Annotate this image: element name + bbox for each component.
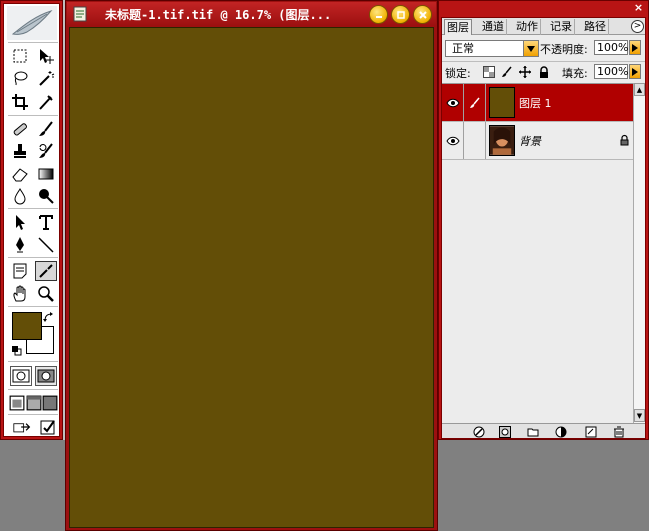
fill-input[interactable]: 100% <box>594 64 628 79</box>
mask-icon[interactable] <box>498 425 512 438</box>
line-icon[interactable] <box>35 235 57 255</box>
tab-history[interactable]: 记录 <box>548 19 575 35</box>
notes-icon[interactable] <box>9 261 31 281</box>
new-group-icon[interactable] <box>526 425 540 438</box>
tab-layers[interactable]: 图层 <box>444 19 472 35</box>
toolbox-divider <box>8 42 58 43</box>
healing-brush-icon[interactable] <box>9 119 31 139</box>
gradient-icon[interactable] <box>35 164 57 184</box>
standard-mode-button[interactable] <box>10 366 32 386</box>
scroll-up-button[interactable]: ▲ <box>634 83 645 96</box>
palette-footer <box>442 423 645 438</box>
toolbox-divider <box>8 208 58 209</box>
history-brush-icon[interactable] <box>35 141 57 161</box>
move-icon[interactable] <box>35 46 57 66</box>
blur-icon[interactable] <box>9 186 31 206</box>
new-layer-icon[interactable] <box>584 425 598 438</box>
lock-position-icon[interactable] <box>518 65 531 78</box>
opacity-slider-button[interactable] <box>629 40 641 55</box>
document-icon <box>72 6 88 22</box>
default-colors-icon[interactable] <box>12 345 22 356</box>
palette-close-button[interactable]: × <box>632 2 645 15</box>
swap-colors-icon[interactable] <box>43 312 55 324</box>
scroll-down-button[interactable]: ▼ <box>634 409 645 422</box>
layer-name[interactable]: 背景 <box>519 133 541 149</box>
layer-thumbnail <box>489 87 515 118</box>
layer-list: 图层 1 背景 <box>442 83 633 423</box>
dodge-icon[interactable] <box>35 186 57 206</box>
full-screen-mode-icon[interactable] <box>42 393 58 413</box>
document-titlebar[interactable]: 未标题-1.tif.tif @ 16.7% (图层... <box>67 2 436 26</box>
jump-to-imageready-icon[interactable] <box>10 417 34 437</box>
lock-pixels-icon[interactable] <box>500 65 513 78</box>
palette-menu-button[interactable]: > <box>631 20 644 33</box>
minimize-button[interactable] <box>369 5 388 24</box>
lock-label: 锁定: <box>445 67 471 80</box>
toolbox-divider <box>8 389 58 390</box>
slice-icon[interactable] <box>35 92 57 112</box>
layer-list-scrollbar[interactable]: ▲ ▼ <box>633 83 645 423</box>
toolbox-body <box>3 3 60 437</box>
hand-icon[interactable] <box>9 284 31 304</box>
standard-screen-mode-icon[interactable] <box>9 393 25 413</box>
link-cell[interactable] <box>464 122 486 159</box>
pen-icon[interactable] <box>9 235 31 255</box>
opacity-input[interactable]: 100% <box>594 40 628 55</box>
eye-icon[interactable] <box>442 84 464 121</box>
marquee-icon[interactable] <box>9 46 31 66</box>
quick-mask-button[interactable] <box>35 366 57 386</box>
document-canvas[interactable] <box>69 27 434 528</box>
lock-transparency-icon[interactable] <box>482 65 495 78</box>
toolbox-divider <box>8 361 58 362</box>
foreground-color-swatch[interactable] <box>12 312 42 340</box>
adjustment-layer-icon[interactable] <box>554 425 568 438</box>
toolbox-divider <box>8 306 58 307</box>
trash-icon[interactable] <box>612 425 626 438</box>
layers-palette: × 图层 通道 动作 记录 路径 > 正常 不透明度: 100% 锁定: 填充:… <box>438 0 649 440</box>
document-window: 未标题-1.tif.tif @ 16.7% (图层... <box>65 0 438 531</box>
eye-icon[interactable] <box>442 122 464 159</box>
lasso-icon[interactable] <box>9 68 31 88</box>
document-title: 未标题-1.tif.tif @ 16.7% (图层... <box>105 8 332 22</box>
blend-mode-value: 正常 <box>452 42 474 55</box>
path-selection-icon[interactable] <box>9 212 31 232</box>
toolbox-divider <box>8 115 58 116</box>
feather-logo-icon[interactable] <box>7 6 57 40</box>
tab-paths[interactable]: 路径 <box>582 19 609 35</box>
magic-wand-icon[interactable] <box>35 68 57 88</box>
type-icon[interactable] <box>35 212 57 232</box>
maximize-button[interactable] <box>391 5 410 24</box>
toolbox <box>0 0 63 440</box>
crop-icon[interactable] <box>9 92 31 112</box>
brush-icon[interactable] <box>464 84 486 121</box>
palette-body: 图层 通道 动作 记录 路径 > 正常 不透明度: 100% 锁定: 填充: 1… <box>441 17 646 439</box>
opacity-label: 不透明度: <box>540 43 588 56</box>
eyedropper-icon[interactable] <box>35 261 57 281</box>
toolbox-divider <box>8 414 58 415</box>
lock-all-icon[interactable] <box>537 65 550 78</box>
portrait-photo-thumbnail <box>489 125 515 156</box>
clone-stamp-icon[interactable] <box>9 141 31 161</box>
tab-actions[interactable]: 动作 <box>514 19 541 35</box>
tab-channels[interactable]: 通道 <box>480 19 507 35</box>
layer-style-icon[interactable] <box>472 425 486 438</box>
layer-row[interactable]: 背景 <box>442 122 633 160</box>
full-screen-menu-mode-icon[interactable] <box>26 393 42 413</box>
close-button[interactable] <box>413 5 432 24</box>
chevron-down-icon[interactable] <box>523 41 538 56</box>
fill-label: 填充: <box>562 67 588 80</box>
layer-row[interactable]: 图层 1 <box>442 84 633 122</box>
image-ready-icon[interactable] <box>37 417 59 437</box>
fill-slider-button[interactable] <box>629 64 641 79</box>
zoom-icon[interactable] <box>35 284 57 304</box>
layer-name[interactable]: 图层 1 <box>519 95 552 111</box>
palette-divider <box>442 61 645 62</box>
blend-mode-select[interactable]: 正常 <box>445 40 539 57</box>
lock-icon <box>619 134 630 146</box>
brush-icon[interactable] <box>35 119 57 139</box>
eraser-icon[interactable] <box>9 164 31 184</box>
palette-tabs: 图层 通道 动作 记录 路径 > <box>442 18 645 35</box>
toolbox-divider <box>8 257 58 258</box>
